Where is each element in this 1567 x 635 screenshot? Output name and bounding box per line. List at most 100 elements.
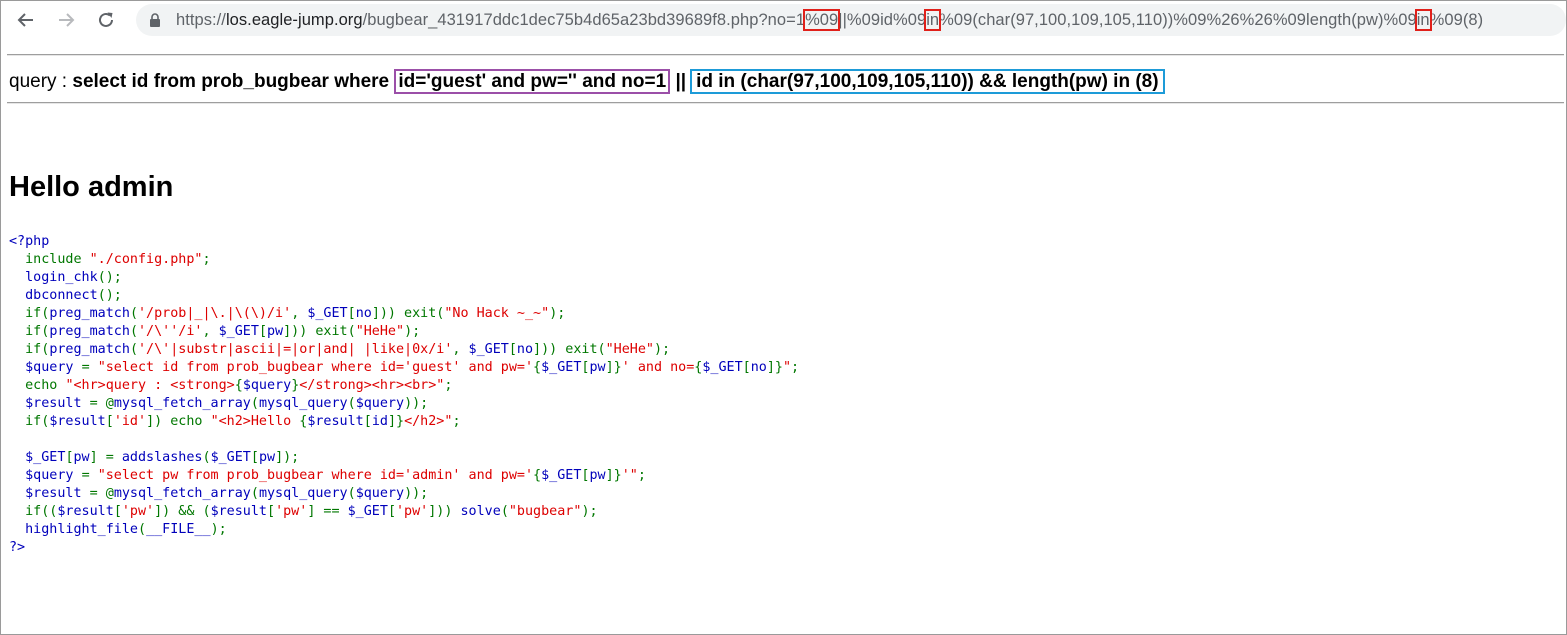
code-token: $query	[9, 360, 82, 375]
code-token: $result	[210, 504, 267, 519]
code-token: (	[129, 324, 138, 339]
code-token: if(	[25, 414, 50, 429]
code-token: [	[258, 324, 267, 339]
hello-heading: Hello admin	[9, 171, 174, 203]
code-token: $_GET	[218, 324, 259, 339]
code-token: include	[25, 252, 90, 267]
code-token: ));	[404, 486, 429, 501]
code-line: if($result['id']) echo "<h2>Hello {$resu…	[9, 413, 799, 431]
code-token: (	[500, 504, 509, 519]
code-token: {	[533, 360, 542, 375]
code-token: ]}	[605, 360, 622, 375]
code-token: ]) echo	[146, 414, 211, 429]
code-token: (	[347, 396, 356, 411]
code-token: ]}	[766, 360, 783, 375]
code-line: if(($result['pw']) && ($result['pw'] == …	[9, 503, 799, 521]
code-token: 'pw'	[275, 504, 308, 519]
code-token: login_chk	[9, 270, 98, 285]
code-token: dbconnect	[9, 288, 98, 303]
code-token: $query	[242, 378, 292, 393]
code-token: pw	[73, 450, 90, 465]
code-token: ]}	[605, 468, 622, 483]
code-line: highlight_file(__FILE__);	[9, 521, 799, 539]
code-token: if(	[25, 306, 50, 321]
url-scheme: https://	[176, 11, 226, 29]
code-token: echo	[25, 378, 66, 393]
code-line: $_GET[pw] = addslashes($_GET[pw]);	[9, 449, 799, 467]
code-token: $_GET	[702, 360, 743, 375]
code-token: [	[105, 414, 114, 429]
code-token: ] ==	[307, 504, 348, 519]
code-token: id	[371, 414, 388, 429]
code-token: ();	[97, 270, 122, 285]
code-token: </h2>"	[404, 414, 453, 429]
code-token: if(	[25, 342, 50, 357]
code-token: ])) exit(	[533, 342, 606, 357]
url-host: los.eagle-jump.org	[225, 11, 363, 29]
code-token: ;	[202, 252, 211, 267]
code-token: '"	[621, 468, 638, 483]
query-or-operator: ||	[670, 71, 687, 92]
code-token: ,	[202, 324, 219, 339]
code-token: <?php	[9, 234, 50, 249]
code-token: [	[363, 414, 372, 429]
code-token: [	[113, 504, 122, 519]
reload-icon[interactable]	[93, 7, 119, 33]
lock-icon	[150, 13, 160, 27]
code-token: "select pw from prob_bugbear where id='a…	[97, 468, 534, 483]
code-line: ?>	[9, 539, 799, 557]
address-bar[interactable]: https://los.eagle-jump.org/bugbear_43191…	[136, 4, 1566, 36]
code-line: $query = "select pw from prob_bugbear wh…	[9, 467, 799, 485]
url-part: %09(char(97,100,109,105,110))%09%26%26%0…	[939, 11, 1417, 29]
code-token: ;	[637, 468, 646, 483]
code-line: if(preg_match('/\'|substr|ascii|=|or|and…	[9, 341, 799, 359]
code-token: preg_match	[49, 306, 130, 321]
code-token: (	[129, 342, 138, 357]
code-token: ,	[452, 342, 469, 357]
code-token: ();	[97, 288, 122, 303]
code-token: 'pw'	[121, 504, 155, 519]
code-token: );	[404, 324, 421, 339]
query-prefix: query :	[9, 71, 73, 92]
code-token: no	[355, 306, 372, 321]
code-line: dbconnect();	[9, 287, 799, 305]
code-token: pw	[258, 450, 276, 465]
code-line: $result = @mysql_fetch_array(mysql_query…	[9, 395, 799, 413]
code-token: $query	[355, 486, 405, 501]
code-token: solve	[460, 504, 501, 519]
code-token: pw	[589, 360, 606, 375]
code-token: ));	[404, 396, 429, 411]
code-token: =	[81, 468, 98, 483]
code-token: (	[129, 306, 138, 321]
code-line: login_chk();	[9, 269, 799, 287]
code-token: $result	[49, 414, 106, 429]
code-line: include "./config.php";	[9, 251, 799, 269]
code-token: ] =	[89, 450, 122, 465]
code-line: if(preg_match('/prob|_|\.|\(\)/i', $_GET…	[9, 305, 799, 323]
code-line: $result = @mysql_fetch_array(mysql_query…	[9, 485, 799, 503]
code-token: highlight_file	[9, 522, 138, 537]
code-token: [	[65, 450, 74, 465]
code-token: $_GET	[541, 360, 582, 375]
code-token: $result	[9, 396, 90, 411]
code-token: '/\''/i'	[138, 324, 203, 339]
code-token: pw	[267, 324, 284, 339]
code-token: ])) exit(	[371, 306, 445, 321]
code-token: mysql_query	[258, 486, 348, 501]
code-token: ?>	[9, 540, 26, 555]
code-token: $_GET	[468, 342, 509, 357]
code-token: "HeHe"	[355, 324, 405, 339]
url-part: ||%09id%09	[838, 11, 927, 29]
code-token: "./config.php"	[89, 252, 203, 267]
code-token: 'pw'	[396, 504, 429, 519]
forward-arrow-icon[interactable]	[53, 7, 79, 33]
url-highlight-in: in	[924, 9, 942, 31]
php-source-code: <?php include "./config.php"; login_chk(…	[9, 233, 799, 557]
code-line: if(preg_match('/\''/i', $_GET[pw])) exit…	[9, 323, 799, 341]
code-token: $result	[57, 504, 114, 519]
back-arrow-icon[interactable]	[13, 7, 39, 33]
code-token: '/\'|substr|ascii|=|or|and| |like|0x/i'	[138, 342, 453, 357]
